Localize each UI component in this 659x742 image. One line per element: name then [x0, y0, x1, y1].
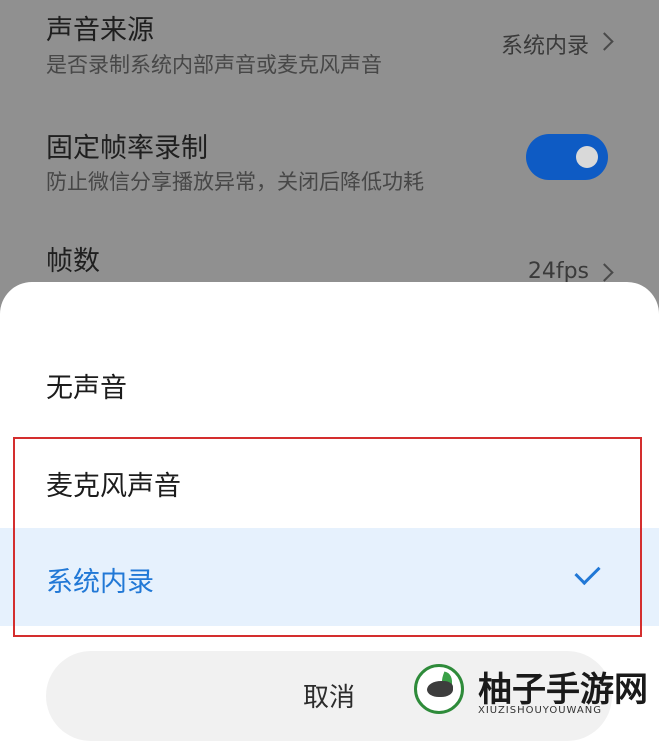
watermark-title: 柚子手游网	[478, 670, 648, 710]
watermark-logo-icon	[414, 664, 464, 714]
setting-title: 声音来源	[46, 15, 154, 46]
watermark: 柚子手游网 XIUZISHOUYOUWANG	[410, 662, 655, 720]
checkmark-icon	[574, 558, 601, 586]
setting-subtitle: 是否录制系统内部声音或麦克风声音	[46, 53, 382, 77]
chevron-right-icon	[595, 32, 614, 51]
option-label: 系统内录	[46, 567, 154, 598]
fixed-framerate-toggle[interactable]	[526, 134, 608, 180]
option-no-sound[interactable]: 无声音	[0, 334, 659, 432]
option-microphone-sound[interactable]: 麦克风声音	[0, 432, 659, 530]
setting-title: 帧数	[46, 246, 100, 277]
watermark-subtitle: XIUZISHOUYOUWANG	[478, 705, 602, 716]
setting-title: 固定帧率录制	[46, 133, 208, 164]
toggle-knob	[576, 146, 598, 168]
option-system-internal[interactable]: 系统内录	[0, 528, 659, 626]
setting-row-fps[interactable]: 帧数 24fps	[0, 225, 659, 285]
setting-row-sound-source[interactable]: 声音来源 是否录制系统内部声音或麦克风声音 系统内录	[0, 0, 659, 110]
option-label: 麦克风声音	[46, 471, 181, 502]
chevron-right-icon	[595, 263, 614, 282]
setting-value: 系统内录	[500, 34, 589, 59]
setting-subtitle: 防止微信分享播放异常，关闭后降低功耗	[46, 170, 424, 194]
option-label: 无声音	[46, 373, 127, 404]
bird-icon	[427, 681, 453, 697]
setting-value: 24fps	[527, 259, 589, 284]
